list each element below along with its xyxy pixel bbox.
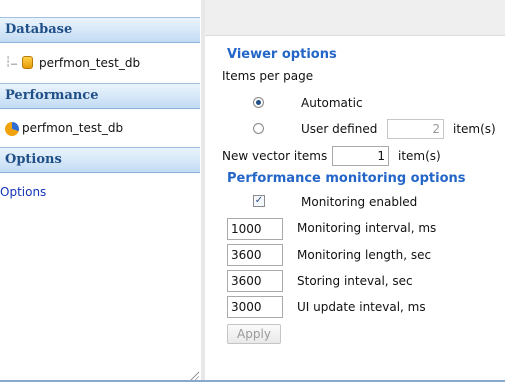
new-vector-items-label: New vector items bbox=[222, 149, 328, 163]
monitoring-enabled-label: Monitoring enabled bbox=[301, 195, 418, 209]
storing-interval-label: Storing inteval, sec bbox=[297, 274, 413, 288]
section-header-database[interactable]: Database bbox=[0, 17, 200, 43]
tree-item-label: perfmon_test_db bbox=[22, 121, 124, 135]
toolbar bbox=[205, 0, 505, 36]
section-header-options[interactable]: Options bbox=[0, 147, 200, 173]
monitoring-interval-label: Monitoring interval, ms bbox=[297, 221, 437, 235]
user-defined-items-input[interactable] bbox=[387, 119, 444, 139]
tree-item-database[interactable]: ┆… perfmon_test_db bbox=[0, 53, 200, 73]
content-panel: Viewer options Items per page Automatic … bbox=[205, 0, 505, 382]
automatic-radio[interactable] bbox=[253, 97, 264, 108]
monitoring-interval-input[interactable] bbox=[227, 218, 283, 240]
navigation-panel: Database ┆… perfmon_test_db Performance … bbox=[0, 0, 202, 382]
monitoring-length-label: Monitoring length, sec bbox=[297, 248, 432, 262]
viewer-options-heading: Viewer options bbox=[227, 47, 337, 62]
tree-connector-icon: ┆… bbox=[5, 57, 18, 68]
new-vector-items-input[interactable] bbox=[332, 146, 389, 166]
monitoring-enabled-checkbox[interactable]: ✓ bbox=[253, 195, 265, 207]
user-defined-radio[interactable] bbox=[253, 123, 264, 134]
monitoring-options-heading: Performance monitoring options bbox=[227, 171, 466, 186]
performance-pie-icon bbox=[5, 122, 19, 136]
user-defined-unit: item(s) bbox=[453, 122, 496, 136]
tree-item-label: perfmon_test_db bbox=[39, 56, 141, 70]
apply-button[interactable]: Apply bbox=[227, 324, 281, 344]
database-icon bbox=[22, 56, 33, 69]
tree-item-performance[interactable]: perfmon_test_db bbox=[0, 118, 200, 138]
options-link[interactable]: Options bbox=[0, 182, 46, 202]
monitoring-length-input[interactable] bbox=[227, 244, 283, 266]
storing-interval-input[interactable] bbox=[227, 270, 283, 292]
ui-update-interval-label: UI update inteval, ms bbox=[297, 300, 426, 314]
items-per-page-label: Items per page bbox=[222, 69, 314, 83]
user-defined-label: User defined bbox=[301, 122, 378, 136]
resize-grip-icon[interactable] bbox=[189, 370, 199, 380]
automatic-label: Automatic bbox=[301, 96, 363, 110]
ui-update-interval-input[interactable] bbox=[227, 296, 283, 318]
section-header-performance[interactable]: Performance bbox=[0, 83, 200, 109]
new-vector-unit: item(s) bbox=[398, 149, 441, 163]
